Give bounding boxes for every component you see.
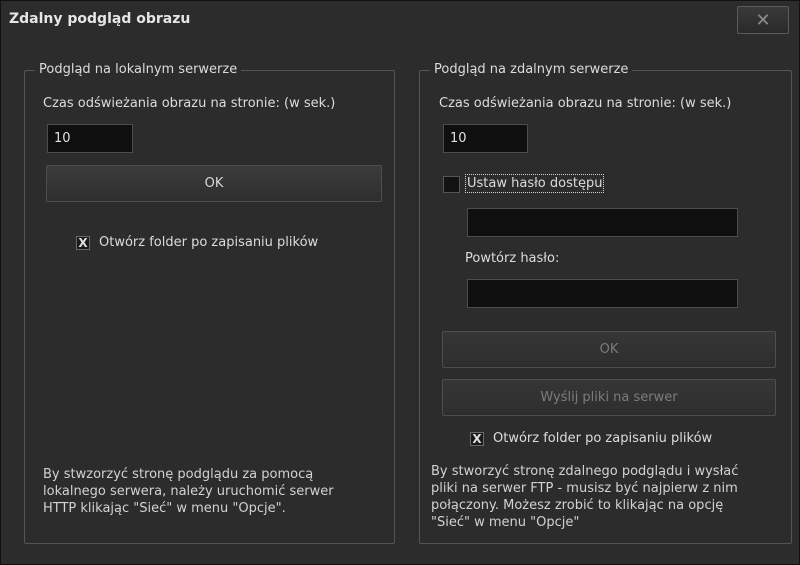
repeat-password-input[interactable] [467, 279, 738, 308]
local-group-legend: Podgląd na lokalnym serwerze [35, 62, 242, 77]
remote-refresh-label: Czas odświeżania obrazu na stronie: (w s… [439, 96, 732, 111]
remote-group-legend: Podgląd na zdalnym serwerze [430, 62, 633, 77]
local-refresh-input[interactable]: 10 [47, 124, 133, 153]
local-info-text: By stwzorzyć stronę podglądu za pomocą l… [43, 467, 334, 516]
local-preview-group: Podgląd na lokalnym serwerze Czas odświe… [24, 62, 395, 544]
dialog-window: Zdalny podgląd obrazu ✕ Podgląd na lokal… [0, 0, 800, 565]
remote-refresh-input[interactable]: 10 [443, 124, 528, 153]
window-title: Zdalny podgląd obrazu [9, 11, 191, 27]
remote-preview-group: Podgląd na zdalnym serwerze Czas odśwież… [419, 62, 792, 544]
send-files-button[interactable]: Wyślij pliki na serwer [442, 379, 776, 416]
password-input[interactable] [467, 208, 738, 237]
local-refresh-label: Czas odświeżania obrazu na stronie: (w s… [43, 96, 336, 111]
set-password-checkbox[interactable] [443, 176, 460, 193]
remote-ok-button[interactable]: OK [442, 331, 776, 368]
set-password-label[interactable]: Ustaw hasło dostępu [464, 174, 605, 193]
title-bar[interactable]: Zdalny podgląd obrazu ✕ [1, 1, 799, 39]
local-open-folder-label[interactable]: Otwórz folder po zapisaniu plików [99, 235, 318, 250]
remote-open-folder-label[interactable]: Otwórz folder po zapisaniu plików [493, 431, 712, 446]
remote-open-folder-checkbox[interactable]: X [470, 432, 484, 446]
repeat-password-label: Powtórz hasło: [465, 251, 560, 266]
remote-info-text: By stworzyć stronę zdalnego podglądu i w… [431, 464, 739, 530]
local-open-folder-checkbox[interactable]: X [76, 236, 90, 250]
close-button[interactable]: ✕ [737, 6, 789, 34]
close-icon: ✕ [755, 9, 771, 31]
local-ok-button[interactable]: OK [46, 165, 382, 202]
